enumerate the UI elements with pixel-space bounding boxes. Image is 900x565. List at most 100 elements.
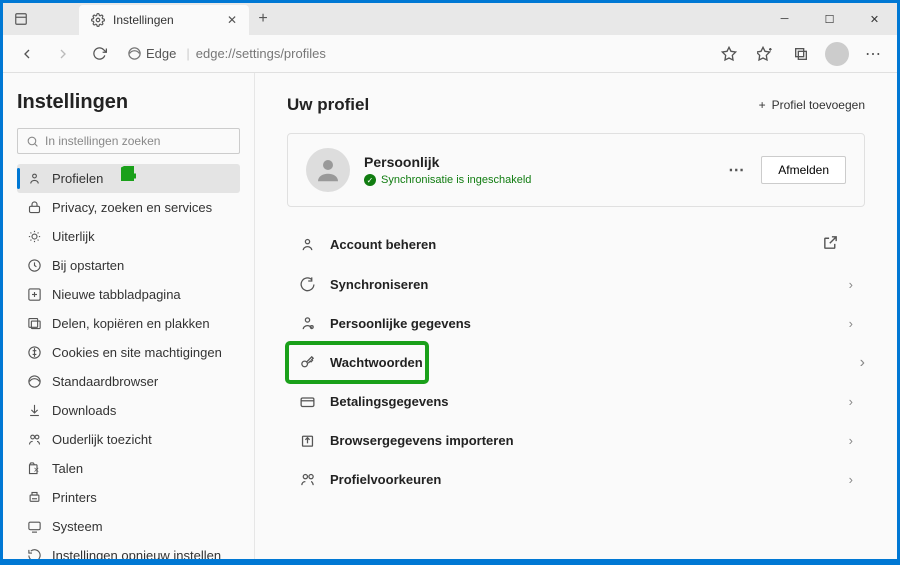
chevron-right-icon: › [849, 394, 853, 409]
menu-item-label: Synchroniseren [330, 277, 428, 292]
sidebar-icon [27, 490, 42, 505]
search-icon [26, 135, 39, 148]
sidebar-item-delen-kopi-ren-en-plakken[interactable]: Delen, kopiëren en plakken [17, 309, 240, 338]
plus-icon: + [759, 98, 766, 112]
add-profile-button[interactable]: + Profiel toevoegen [759, 98, 865, 112]
menu-item-label: Wachtwoorden [330, 355, 423, 370]
sidebar-item-label: Privacy, zoeken en services [52, 200, 212, 215]
sidebar-item-label: Nieuwe tabbladpagina [52, 287, 181, 302]
avatar [306, 148, 350, 192]
checkmark-icon: ✓ [364, 174, 376, 186]
sidebar-item-label: Cookies en site machtigingen [52, 345, 222, 360]
menu-item-account-beheren[interactable]: Account beheren [287, 223, 865, 265]
sidebar-item-printers[interactable]: Printers [17, 483, 240, 512]
chevron-right-icon: › [860, 354, 865, 372]
sidebar-icon [27, 258, 42, 273]
menu-item-betalingsgegevens[interactable]: Betalingsgegevens › [287, 382, 865, 421]
sidebar-title: Instellingen [17, 91, 240, 114]
gear-icon [91, 13, 105, 27]
settings-sidebar: Instellingen In instellingen zoeken Prof… [3, 73, 255, 559]
menu-item-label: Betalingsgegevens [330, 394, 449, 409]
sidebar-item-label: Downloads [52, 403, 116, 418]
read-aloud-button[interactable] [713, 38, 745, 70]
sidebar-item-privacy-zoeken-en-services[interactable]: Privacy, zoeken en services [17, 193, 240, 222]
search-input[interactable]: In instellingen zoeken [17, 128, 240, 154]
chevron-right-icon: › [849, 277, 853, 292]
forward-button[interactable] [47, 38, 79, 70]
menu-item-profielvoorkeuren[interactable]: Profielvoorkeuren › [287, 460, 865, 499]
menu-item-browsergegevens-importeren[interactable]: Browsergegevens importeren › [287, 421, 865, 460]
profile-menu: Account beherenSynchroniseren›Persoonlij… [287, 223, 865, 499]
profile-avatar[interactable] [821, 38, 853, 70]
back-button[interactable] [11, 38, 43, 70]
external-link-icon [822, 234, 853, 254]
sidebar-nav: Profielen Privacy, zoeken en services Uite… [17, 164, 240, 559]
sidebar-icon [27, 432, 42, 447]
chevron-right-icon: › [849, 316, 853, 331]
sidebar-item-ouderlijk-toezicht[interactable]: Ouderlijk toezicht [17, 425, 240, 454]
edge-logo-icon [127, 46, 142, 61]
sidebar-item-standaardbrowser[interactable]: Standaardbrowser [17, 367, 240, 396]
page-title: Uw profiel [287, 95, 369, 115]
sidebar-icon [27, 316, 42, 331]
sidebar-icon [27, 548, 42, 559]
sidebar-icon [27, 171, 42, 186]
menu-item-label: Persoonlijke gegevens [330, 316, 471, 331]
chevron-right-icon: › [849, 472, 853, 487]
profile-card: Persoonlijk ✓ Synchronisatie is ingescha… [287, 133, 865, 207]
sidebar-icon [27, 345, 42, 360]
tab-title: Instellingen [113, 13, 174, 27]
sidebar-icon [27, 403, 42, 418]
sidebar-item-talen[interactable]: Talen [17, 454, 240, 483]
menu-icon [299, 432, 316, 449]
profile-more-button[interactable]: ⋯ [728, 160, 745, 180]
url-field[interactable]: Edge | edge://settings/profiles [119, 46, 709, 61]
sidebar-icon [27, 374, 42, 389]
sidebar-item-instellingen-opnieuw-instellen[interactable]: Instellingen opnieuw instellen [17, 541, 240, 559]
sidebar-item-cookies-en-site-machtigingen[interactable]: Cookies en site machtigingen [17, 338, 240, 367]
menu-item-synchroniseren[interactable]: Synchroniseren › [287, 265, 865, 304]
sidebar-item-label: Printers [52, 490, 97, 505]
main-panel: Uw profiel + Profiel toevoegen Persoonli… [255, 73, 897, 559]
menu-item-wachtwoorden[interactable]: Wachtwoorden [287, 343, 427, 382]
sidebar-item-label: Delen, kopiëren en plakken [52, 316, 210, 331]
menu-item-persoonlijke-gegevens[interactable]: Persoonlijke gegevens › [287, 304, 865, 343]
sidebar-item-bij-opstarten[interactable]: Bij opstarten [17, 251, 240, 280]
sidebar-item-label: Bij opstarten [52, 258, 124, 273]
sync-status: ✓ Synchronisatie is ingeschakeld [364, 174, 728, 186]
sidebar-item-label: Systeem [52, 519, 103, 534]
sidebar-icon [27, 200, 42, 215]
browser-tab[interactable]: Instellingen ✕ [79, 5, 249, 35]
sidebar-item-label: Ouderlijk toezicht [52, 432, 152, 447]
minimize-button[interactable]: ─ [762, 3, 807, 35]
sidebar-item-profielen[interactable]: Profielen [17, 164, 240, 193]
sidebar-item-label: Profielen [52, 171, 103, 186]
menu-item-label: Account beheren [330, 237, 436, 252]
sidebar-item-nieuwe-tabbladpagina[interactable]: Nieuwe tabbladpagina [17, 280, 240, 309]
sidebar-item-systeem[interactable]: Systeem [17, 512, 240, 541]
browser-name: Edge [146, 46, 176, 61]
new-tab-button[interactable]: + [249, 10, 277, 28]
menu-icon [299, 393, 316, 410]
sidebar-icon [27, 519, 42, 534]
sidebar-item-label: Talen [52, 461, 83, 476]
menu-icon [299, 471, 316, 488]
sidebar-item-downloads[interactable]: Downloads [17, 396, 240, 425]
menu-item-label: Browsergegevens importeren [330, 433, 514, 448]
profile-name: Persoonlijk [364, 154, 728, 170]
menu-icon [299, 276, 316, 293]
sidebar-icon [27, 229, 42, 244]
maximize-button[interactable]: ☐ [807, 3, 852, 35]
refresh-button[interactable] [83, 38, 115, 70]
favorites-button[interactable] [749, 38, 781, 70]
close-button[interactable]: ✕ [852, 3, 897, 35]
sidebar-icon [27, 461, 42, 476]
menu-icon [299, 236, 316, 253]
chevron-right-icon: › [849, 433, 853, 448]
collections-button[interactable] [785, 38, 817, 70]
menu-item-label: Profielvoorkeuren [330, 472, 441, 487]
signout-button[interactable]: Afmelden [761, 156, 846, 184]
sidebar-item-uiterlijk[interactable]: Uiterlijk [17, 222, 240, 251]
more-button[interactable]: ⋯ [857, 38, 889, 70]
close-tab-icon[interactable]: ✕ [227, 13, 237, 27]
